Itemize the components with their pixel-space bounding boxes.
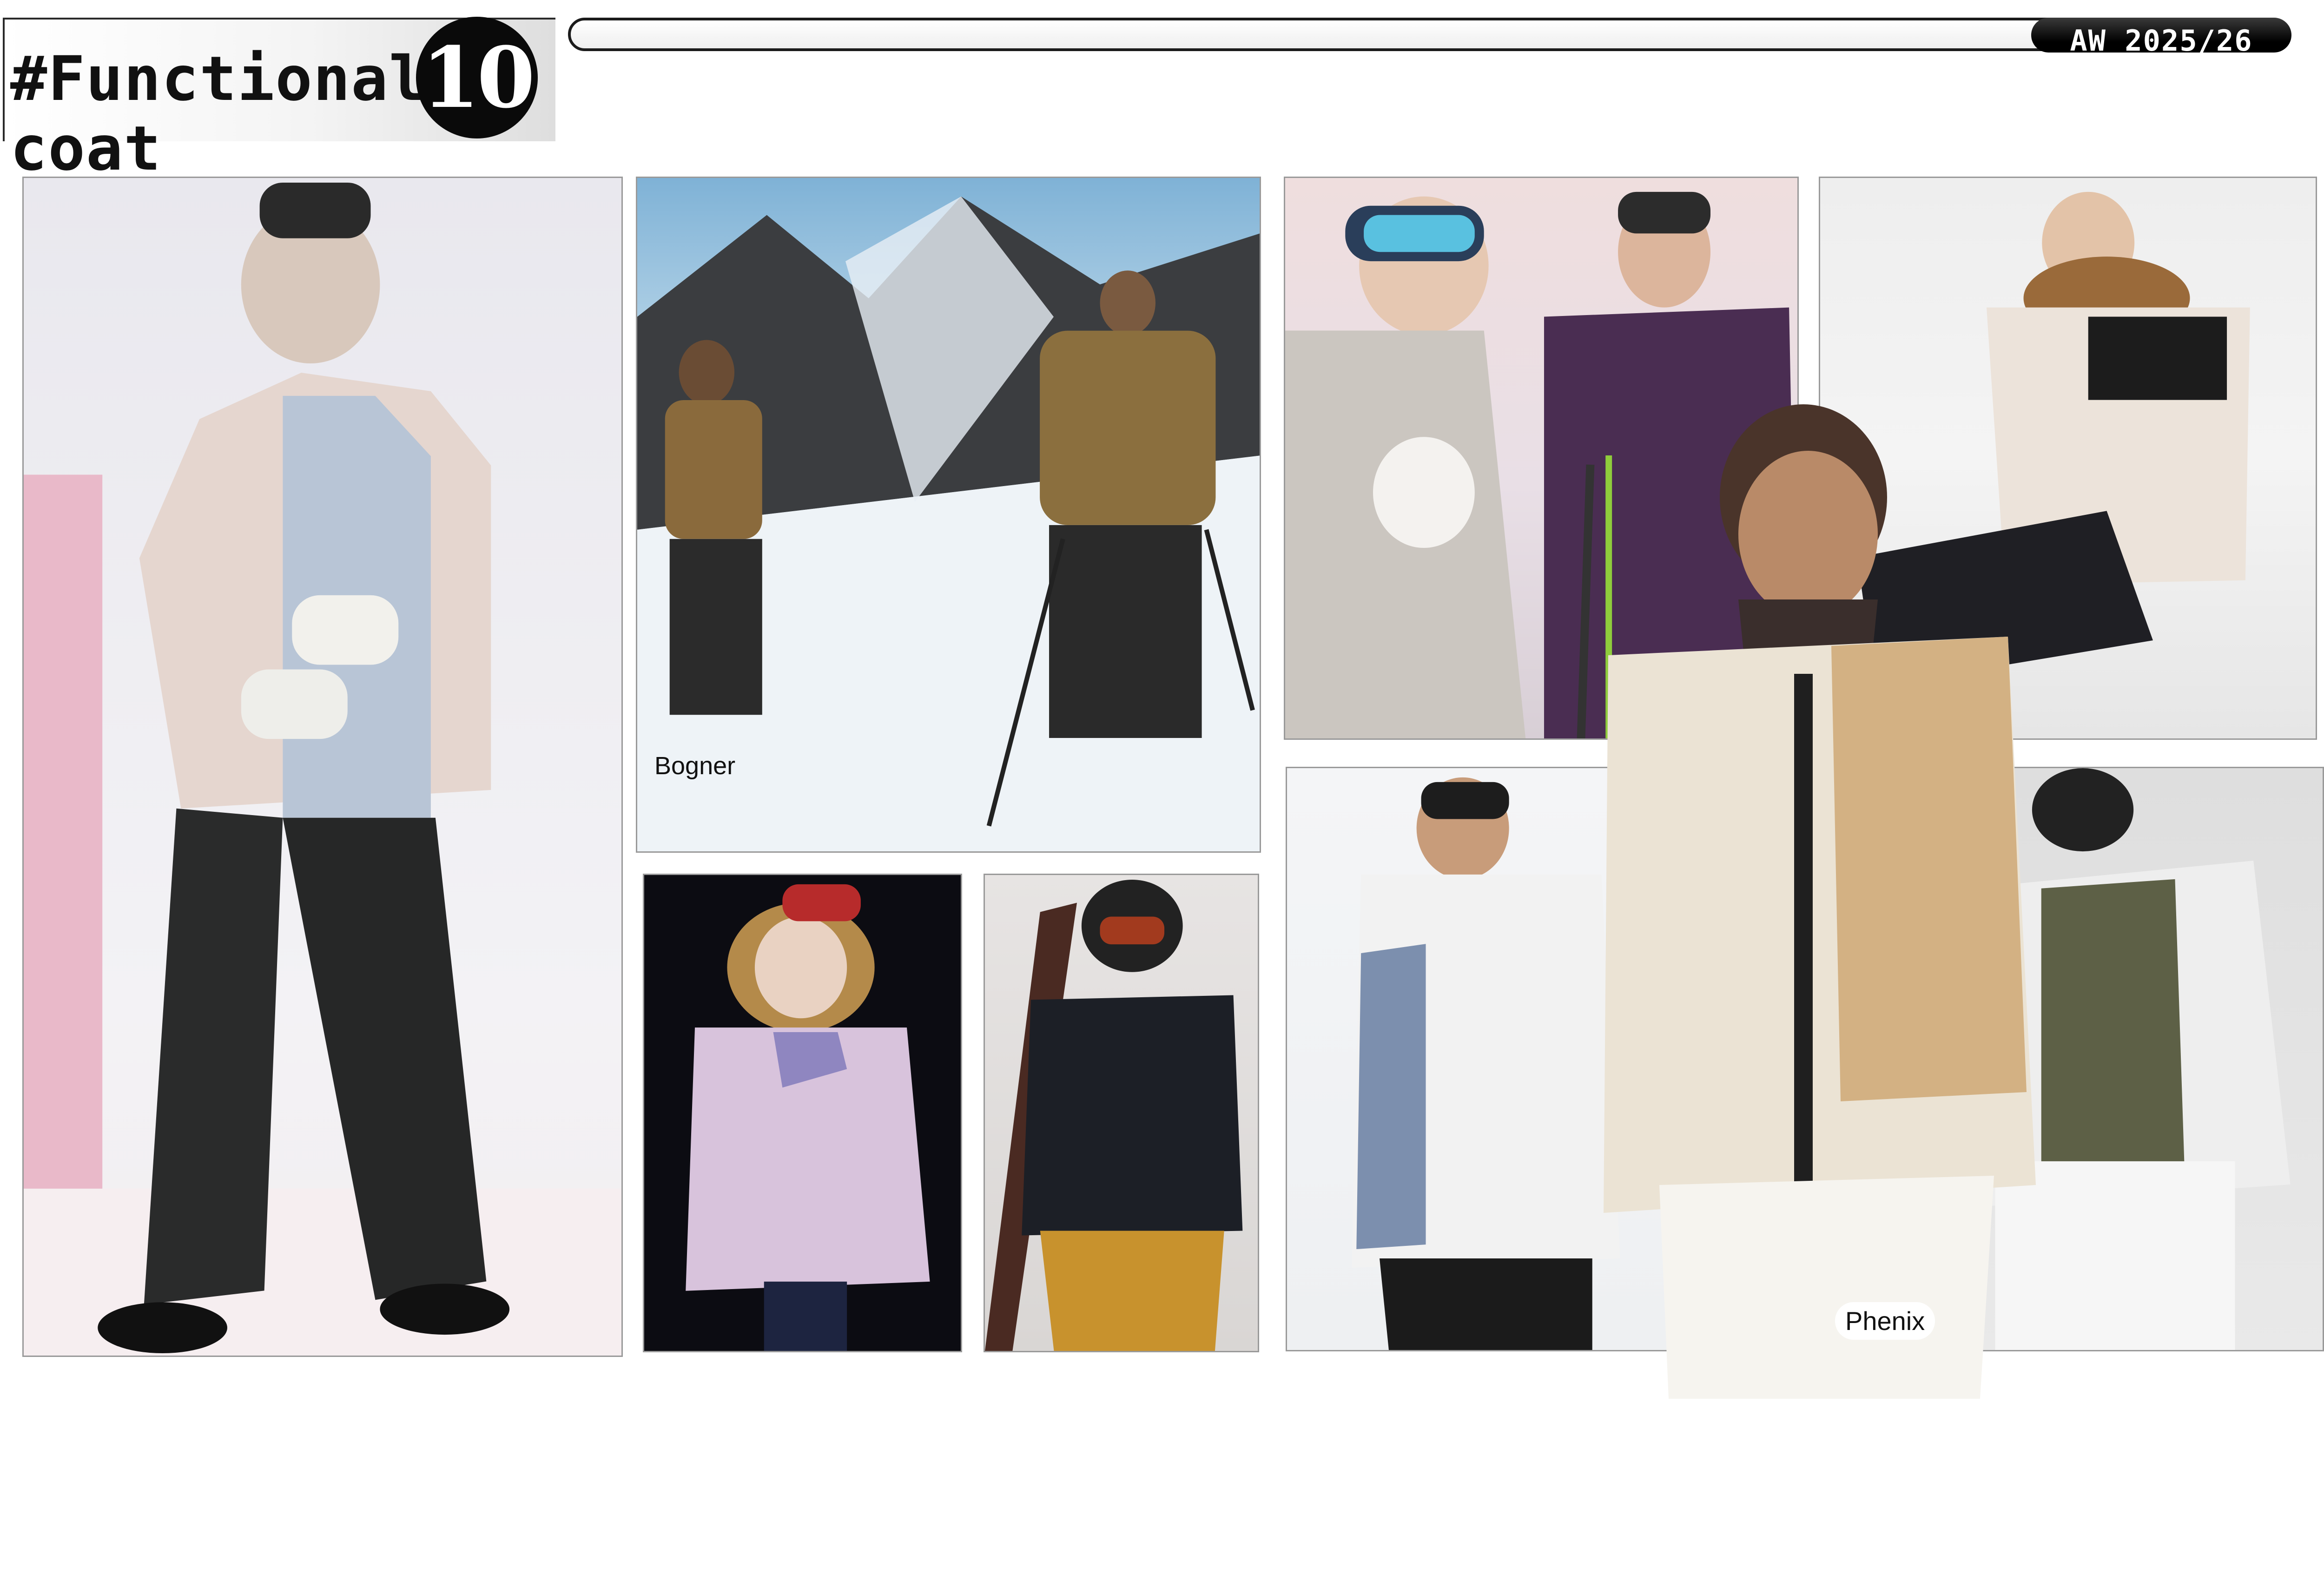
- header-bar: [568, 18, 2288, 51]
- photo-pastel-jacket-model: [22, 177, 623, 1357]
- photo-fleece-jacket-model-cutout: [1590, 395, 2054, 1399]
- photo-lilac-parka-model: [643, 874, 962, 1352]
- photo-black-shell-skier: [984, 874, 1259, 1352]
- season-badge: AW 2025/26: [2031, 18, 2291, 53]
- brand-label-bogner: Bogner: [654, 752, 736, 780]
- number-badge: 10: [416, 17, 538, 138]
- brand-label-phenix: Phenix: [1835, 1302, 1935, 1340]
- title-line-1: #Functional: [10, 43, 427, 115]
- page-title: #Functional coat: [10, 44, 429, 184]
- title-line-2: coat: [10, 113, 162, 184]
